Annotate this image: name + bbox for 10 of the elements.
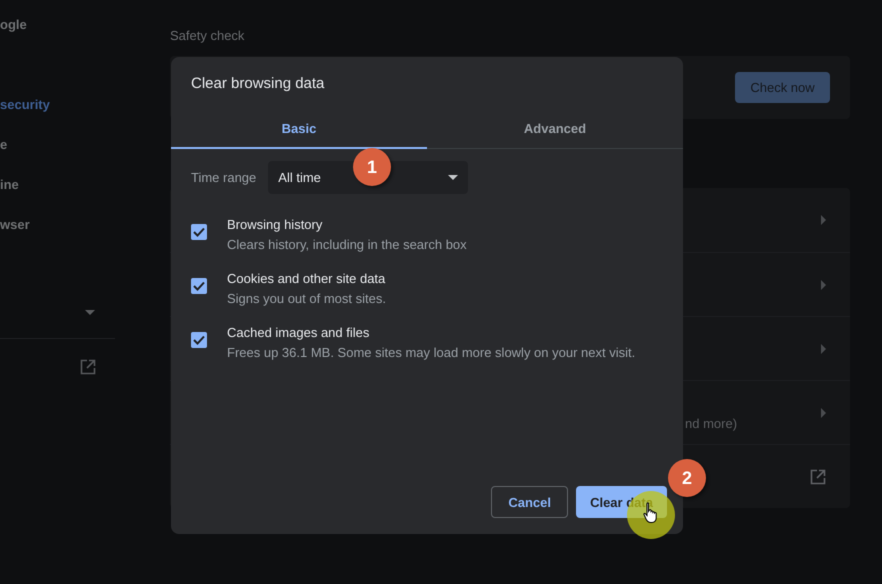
option-description: Clears history, including in the search box <box>227 236 467 254</box>
option-description: Signs you out of most sites. <box>227 290 386 308</box>
option-title: Browsing history <box>227 216 324 234</box>
option-title: Cookies and other site data <box>227 270 386 288</box>
option-description: Frees up 36.1 MB. Some sites may load more slowly on your next visit. <box>227 344 636 362</box>
row-subtitle: nd more) <box>685 416 738 431</box>
option-title: Cached images and files <box>227 324 370 342</box>
dialog-title: Clear browsing data <box>190 74 326 94</box>
time-range-label: Time range <box>191 170 256 185</box>
section-title: Safety check <box>170 28 246 44</box>
